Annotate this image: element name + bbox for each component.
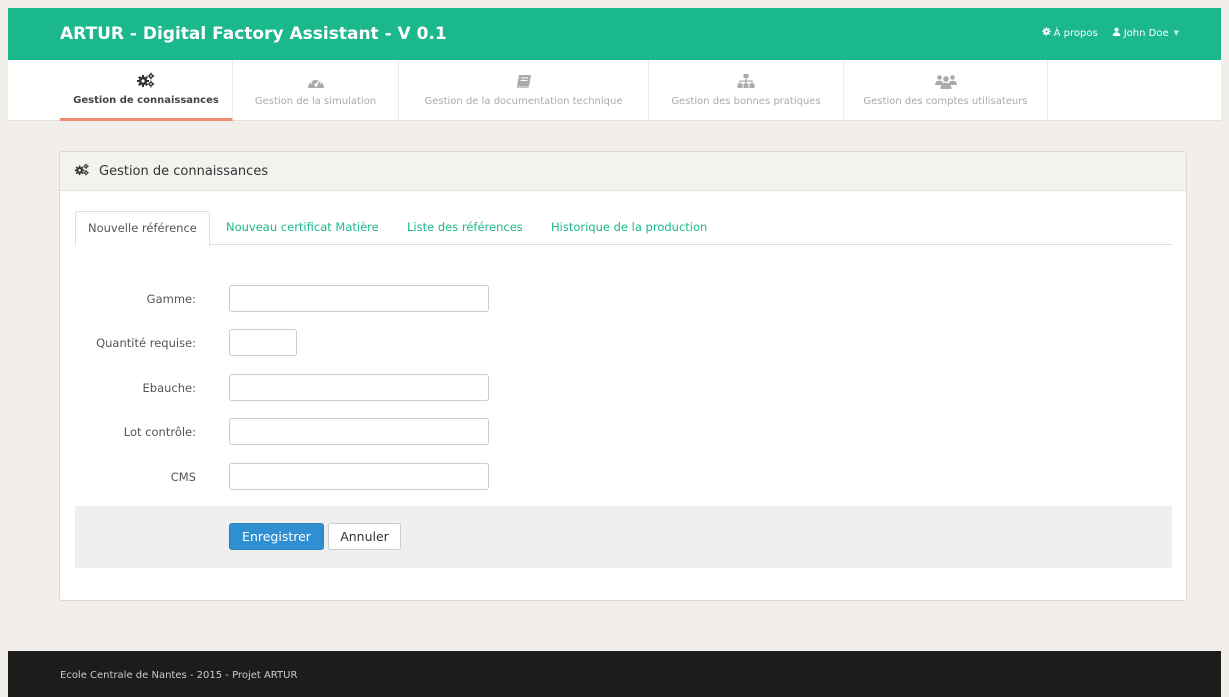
quantite-label: Quantité requise:: [96, 336, 196, 350]
nav-item-documentation[interactable]: Gestion de la documentation technique: [399, 60, 649, 121]
gear-icon: [1041, 27, 1051, 39]
nav-item-bonnes-pratiques[interactable]: Gestion des bonnes pratiques: [649, 60, 844, 121]
gamme-label: Gamme:: [146, 292, 196, 306]
tab-nouvelle-reference[interactable]: Nouvelle référence: [75, 211, 210, 246]
nav-label: Gestion de connaissances: [73, 95, 219, 106]
ebauche-label: Ebauche:: [142, 381, 196, 395]
top-links: À propos John Doe ▼: [1041, 27, 1179, 39]
footer-text: Ecole Centrale de Nantes - 2015 - Projet…: [60, 670, 298, 681]
tab-historique-production[interactable]: Historique de la production: [551, 211, 707, 245]
gamme-field[interactable]: [229, 285, 489, 312]
footer: Ecole Centrale de Nantes - 2015 - Projet…: [8, 651, 1221, 697]
lot-controle-field[interactable]: [229, 418, 489, 445]
panel-header: Gestion de connaissances: [60, 152, 1186, 191]
user-name: John Doe: [1123, 27, 1169, 39]
nav-label: Gestion de la simulation: [254, 95, 377, 107]
lot-controle-label: Lot contrôle:: [123, 425, 196, 439]
nav-item-connaissances[interactable]: Gestion de connaissances: [60, 60, 233, 121]
knowledge-panel: Gestion de connaissances Nouvelle référe…: [59, 151, 1187, 601]
quantite-field[interactable]: [229, 329, 297, 356]
nav-item-simulation[interactable]: Gestion de la simulation: [233, 60, 399, 121]
book-icon: [516, 74, 532, 89]
dashboard-icon: [307, 75, 325, 89]
ebauche-field[interactable]: [229, 374, 489, 401]
user-menu[interactable]: John Doe ▼: [1112, 27, 1179, 39]
nav-label: Gestion des comptes utilisateurs: [863, 96, 1028, 107]
sitemap-icon: [737, 74, 755, 89]
form-actions: Enregistrer Annuler: [75, 506, 1172, 568]
panel-title: Gestion de connaissances: [99, 163, 269, 179]
user-icon: [1112, 27, 1121, 39]
chevron-down-icon: ▼: [1173, 29, 1179, 37]
save-button[interactable]: Enregistrer: [229, 523, 324, 550]
tab-liste-references[interactable]: Liste des références: [407, 211, 523, 245]
nav-label: Gestion de la documentation technique: [424, 96, 623, 107]
cms-field[interactable]: [229, 463, 489, 490]
nav-item-comptes[interactable]: Gestion des comptes utilisateurs: [844, 60, 1048, 121]
app-title[interactable]: ARTUR - Digital Factory Assistant - V 0.…: [60, 24, 447, 44]
top-bar: ARTUR - Digital Factory Assistant - V 0.…: [8, 8, 1221, 60]
cms-label: CMS: [170, 470, 196, 484]
module-nav: Gestion de connaissances Gestion de la s…: [8, 60, 1221, 121]
about-label: À propos: [1053, 27, 1098, 39]
nav-label: Gestion des bonnes pratiques: [671, 96, 821, 107]
tab-nouveau-certificat[interactable]: Nouveau certificat Matière: [226, 211, 379, 245]
about-link[interactable]: À propos: [1041, 27, 1098, 39]
cancel-button[interactable]: Annuler: [328, 523, 401, 550]
users-icon: [934, 74, 957, 89]
tab-bar: Nouvelle référence Nouveau certificat Ma…: [75, 211, 1172, 246]
cogs-icon: [136, 72, 156, 88]
cogs-icon: [74, 163, 90, 180]
